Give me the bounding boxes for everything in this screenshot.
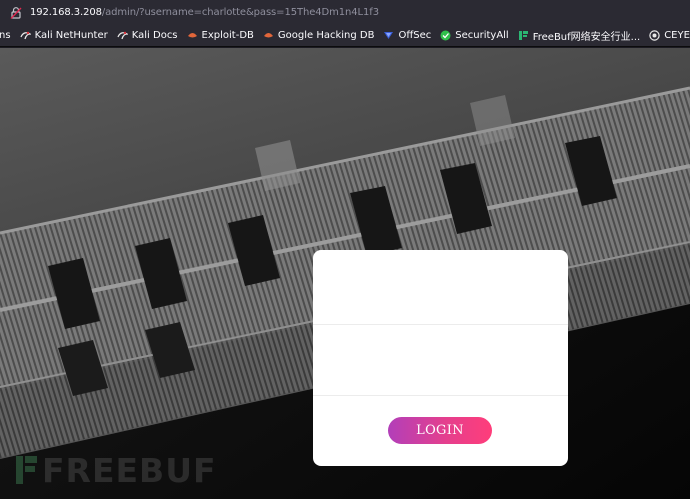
bookmarks-toolbar: ns Kali NetHunter Kali Docs Exploit-DB G…	[0, 24, 690, 47]
url-host: 192.168.3.208	[30, 6, 102, 18]
bookmark-item-freebuf[interactable]: FreeBuf网络安全行业...	[518, 28, 640, 43]
bookmark-label: SecurityAll	[455, 29, 509, 41]
login-card: LOGIN	[313, 250, 568, 466]
url-path: /admin/?username=charlotte&pass=15The4Dm…	[101, 6, 379, 18]
bookmark-item-offsec[interactable]: OffSec	[383, 30, 431, 41]
page-content: FREEBUF LOGIN	[0, 48, 690, 499]
bookmark-label: ns	[0, 29, 11, 41]
bookmark-label: Kali NetHunter	[34, 29, 108, 41]
username-input[interactable]	[313, 252, 568, 324]
field-divider	[313, 395, 568, 396]
bookmark-item-google-hacking-db[interactable]: Google Hacking DB	[263, 29, 375, 41]
freebuf-icon	[518, 30, 529, 41]
exploit-db-icon	[187, 30, 198, 41]
bookmark-item-securityall[interactable]: SecurityAll	[440, 29, 509, 41]
password-input[interactable]	[313, 325, 568, 397]
bookmark-item-0[interactable]: ns	[0, 30, 11, 41]
kali-icon	[117, 30, 129, 41]
bookmark-label: OffSec	[398, 29, 432, 41]
securityall-icon	[440, 30, 451, 41]
bookmark-item-ceye[interactable]: CEYE - Monitor servic...	[649, 30, 690, 41]
watermark-text: FREEBUF	[42, 450, 217, 490]
kali-icon	[19, 30, 32, 41]
bookmark-item-exploit-db[interactable]: Exploit-DB	[187, 30, 254, 41]
freebuf-logo-icon	[16, 454, 38, 486]
address-bar[interactable]: 192.168.3.208/admin/?username=charlotte&…	[0, 0, 690, 24]
bookmark-label: Kali Docs	[131, 29, 178, 41]
freebuf-watermark: FREEBUF	[16, 450, 217, 490]
bookmark-label: CEYE - Monitor servic...	[664, 29, 690, 41]
ghdb-icon	[263, 30, 274, 41]
bookmark-label: Exploit-DB	[201, 29, 254, 41]
bookmark-item-kali-nethunter[interactable]: Kali NetHunter	[19, 29, 108, 41]
login-button[interactable]: LOGIN	[388, 417, 492, 444]
insecure-lock-icon[interactable]	[9, 5, 23, 19]
bookmark-label: Google Hacking DB	[277, 29, 375, 41]
bookmark-label: FreeBuf网络安全行业...	[532, 31, 641, 43]
bookmark-item-kali-docs[interactable]: Kali Docs	[117, 30, 178, 41]
ceye-icon	[649, 29, 660, 41]
url-text[interactable]: 192.168.3.208/admin/?username=charlotte&…	[30, 7, 379, 18]
offsec-icon	[383, 30, 394, 41]
